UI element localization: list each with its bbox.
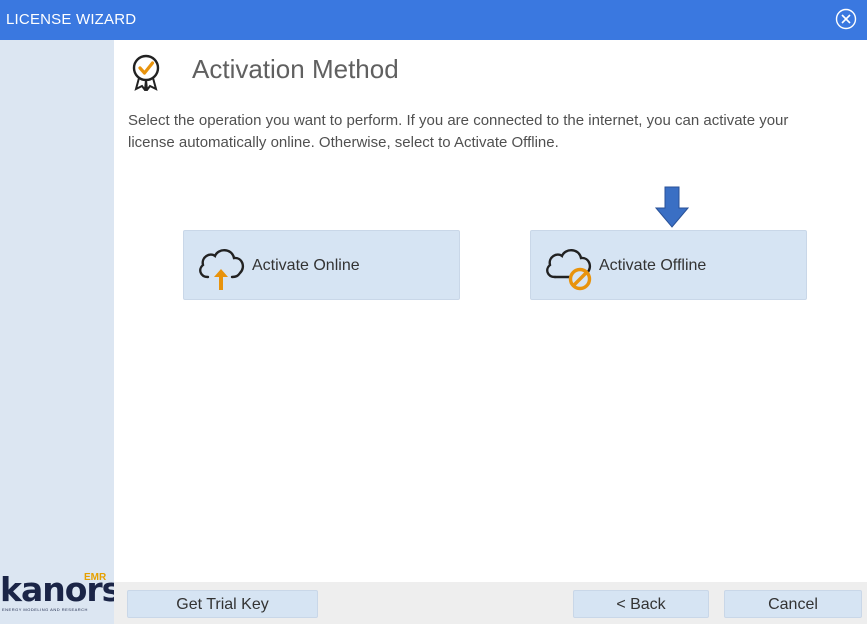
title-bar: LICENSE WIZARD — [0, 0, 867, 40]
get-trial-key-button[interactable]: Get Trial Key — [127, 590, 318, 618]
logo-tagline: ENERGY MODELING AND RESEARCH — [2, 607, 88, 612]
option-label: Activate Offline — [599, 257, 707, 274]
page-title: Activation Method — [192, 54, 399, 84]
arrow-down-icon — [655, 186, 689, 228]
close-icon[interactable] — [835, 8, 857, 30]
cancel-button[interactable]: Cancel — [724, 590, 862, 618]
cloud-blocked-icon — [546, 249, 592, 291]
window-title: LICENSE WIZARD — [6, 11, 137, 28]
award-check-icon — [132, 54, 160, 91]
logo-badge: EMR — [84, 572, 107, 583]
activate-online-button[interactable]: Activate Online — [183, 230, 460, 300]
sidebar — [0, 40, 114, 624]
activate-offline-button[interactable]: Activate Offline — [530, 230, 807, 300]
option-label: Activate Online — [252, 257, 360, 274]
cloud-upload-icon — [199, 249, 245, 290]
kanors-logo: kanors EMR ENERGY MODELING AND RESEARCH — [0, 570, 121, 614]
back-button[interactable]: < Back — [573, 590, 709, 618]
page-description: Select the operation you want to perform… — [128, 112, 789, 151]
